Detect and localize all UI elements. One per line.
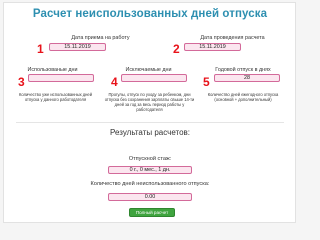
excluded-days-label: Исключаемые дни (125, 67, 172, 73)
unused-days-value: 0.00 (108, 193, 192, 201)
hire-date-input[interactable]: 15.11.2019 (49, 43, 106, 51)
section-divider (16, 122, 284, 123)
full-calculation-button[interactable]: Полный расчет (129, 208, 175, 217)
seniority-value: 0 г., 0 мес., 1 дн. (108, 166, 192, 174)
used-days-label: Использованые дни (27, 67, 78, 73)
excluded-days-input[interactable] (121, 74, 187, 82)
seniority-label: Отпускной стаж: (128, 156, 172, 162)
step-marker-4: 4 (111, 75, 118, 89)
calc-date-label: Дата проведения расчета (200, 35, 265, 41)
calc-date-input[interactable]: 15.11.2019 (184, 43, 241, 51)
step-marker-5: 5 (203, 75, 210, 89)
hire-date-label: Дата приема на работу (71, 35, 130, 41)
used-days-hint: Количество уже использованных дней отпус… (19, 92, 92, 102)
used-days-input[interactable] (28, 74, 94, 82)
results-title: Результаты расчетов: (109, 128, 190, 137)
page-title: Расчет неиспользованных дней отпуска (32, 8, 268, 20)
step-marker-3: 3 (18, 75, 25, 89)
annual-leave-hint: Количество дней ежегодного отпуска (осно… (207, 92, 279, 102)
unused-days-label: Количество дней неиспользованного отпуск… (90, 181, 210, 187)
step-marker-1: 1 (37, 42, 44, 56)
excluded-days-hint: Прогулы, отпуск по уходу за ребенком, дн… (104, 92, 195, 112)
annual-leave-input[interactable]: 28 (214, 74, 280, 82)
step-marker-2: 2 (173, 42, 180, 56)
annual-leave-label: Годовой отпуск в днях (215, 67, 271, 73)
